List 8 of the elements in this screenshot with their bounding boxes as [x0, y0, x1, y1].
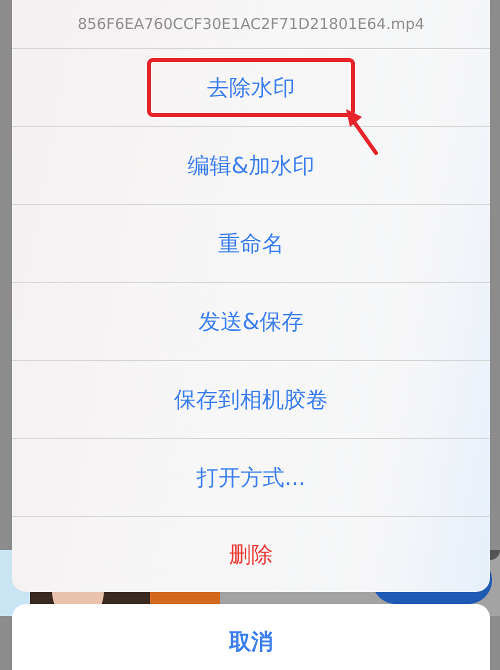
sheet-action[interactable]: 重命名 — [210, 224, 292, 262]
sheet-action[interactable]: 删除 — [221, 536, 281, 574]
sheet-action[interactable]: 编辑&加水印 — [179, 146, 323, 184]
cancel-button[interactable]: 取消 — [12, 604, 490, 670]
sheet-action[interactable]: 打开方式... — [188, 458, 314, 496]
sheet-action[interactable]: 发送&保存 — [190, 302, 312, 340]
sheet-action[interactable]: 保存到相机胶卷 — [166, 380, 336, 418]
file-name: 856F6EA760CCF30E1AC2F71D21801E64.mp4 — [12, 0, 490, 49]
